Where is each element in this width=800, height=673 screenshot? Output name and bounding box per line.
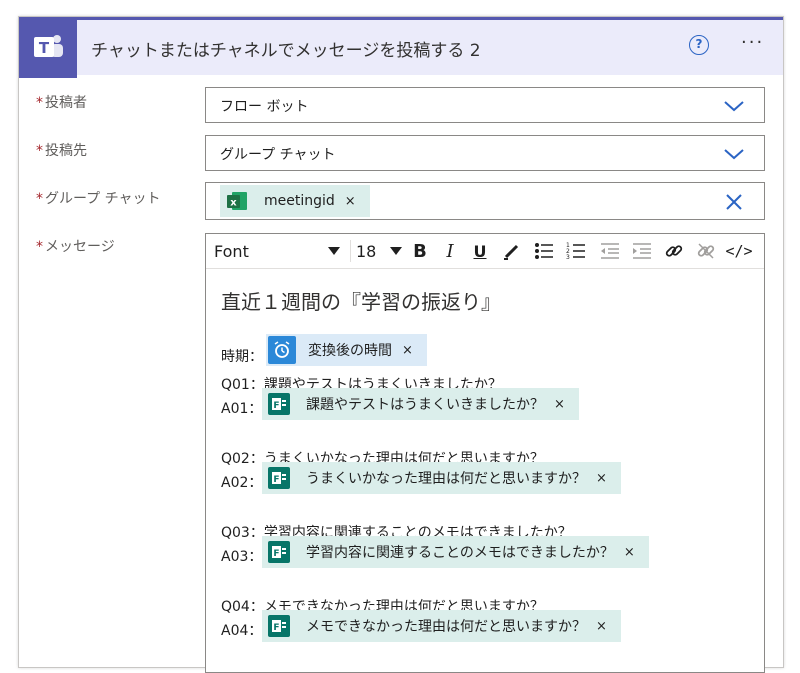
help-icon[interactable]: ? xyxy=(689,35,709,55)
poster-label: * 投稿者 xyxy=(36,92,87,112)
numbered-list-icon[interactable]: 123 xyxy=(564,239,588,263)
period-token[interactable]: 変換後の時間 × xyxy=(266,334,427,366)
post-in-label-text: 投稿先 xyxy=(45,143,87,159)
forms-icon: F xyxy=(264,463,294,493)
font-value: Font xyxy=(214,241,249,261)
message-label: * メッセージ xyxy=(36,236,115,256)
token-label: うまくいかなった理由は何だと思いますか？ xyxy=(306,471,586,487)
unlink-icon[interactable] xyxy=(694,239,718,263)
svg-text:F: F xyxy=(273,549,279,559)
period-label: 時期： xyxy=(221,349,263,365)
required-mark: * xyxy=(36,239,43,255)
font-select[interactable]: Font xyxy=(214,239,340,263)
font-size-select[interactable]: 18 xyxy=(356,239,402,263)
post-in-dropdown[interactable]: グループ チャット xyxy=(205,135,765,171)
remove-token-icon[interactable]: × xyxy=(624,545,635,560)
answer-token-2[interactable]: F うまくいかなった理由は何だと思いますか？ × xyxy=(262,462,621,494)
answer-token-1[interactable]: F 課題やテストはうまくいきましたか？ × xyxy=(262,388,579,420)
token-label: 学習内容に関連することのメモはできましたか？ xyxy=(306,545,614,561)
poster-dropdown[interactable]: フロー ボット xyxy=(205,87,765,123)
answer-label-2: A02： xyxy=(221,475,263,491)
caret-down-icon xyxy=(328,247,340,255)
remove-token-icon[interactable]: × xyxy=(345,194,356,209)
remove-token-icon[interactable]: × xyxy=(596,471,607,486)
clear-icon[interactable] xyxy=(726,194,742,214)
post-in-value: グループ チャット xyxy=(220,147,336,163)
period-line: 時期： xyxy=(221,346,263,366)
token-label: 変換後の時間 xyxy=(308,343,392,359)
message-editor[interactable]: Font 18 B I U 123 </> 直近１週間の『学習の振返り』 時期：… xyxy=(205,233,765,673)
chevron-down-icon[interactable] xyxy=(724,146,744,165)
increase-indent-icon[interactable] xyxy=(630,239,654,263)
excel-icon: x xyxy=(222,186,252,216)
teams-icon: T xyxy=(19,17,77,78)
poster-value: フロー ボット xyxy=(220,99,309,115)
font-size-value: 18 xyxy=(356,241,377,261)
editor-toolbar: Font 18 B I U 123 </> xyxy=(206,234,764,269)
action-title: チャットまたはチャネルでメッセージを投稿する 2 xyxy=(91,41,481,61)
bold-button[interactable]: B xyxy=(408,239,432,263)
action-card: T チャットまたはチャネルでメッセージを投稿する 2 ? ··· * 投稿者 フロ… xyxy=(18,16,784,673)
svg-text:F: F xyxy=(273,401,279,411)
decrease-indent-icon[interactable] xyxy=(598,239,622,263)
meetingid-token[interactable]: x meetingid × xyxy=(220,185,370,217)
svg-text:x: x xyxy=(230,198,237,209)
answer-label-1: A01： xyxy=(221,401,263,417)
token-label: メモできなかった理由は何だと思いますか？ xyxy=(306,619,586,635)
highlight-icon[interactable] xyxy=(500,239,524,263)
remove-token-icon[interactable]: × xyxy=(554,397,565,412)
more-icon[interactable]: ··· xyxy=(741,32,764,53)
message-label-text: メッセージ xyxy=(45,239,115,255)
remove-token-icon[interactable]: × xyxy=(402,343,413,358)
message-heading: 直近１週間の『学習の振返り』 xyxy=(221,290,501,314)
forms-icon: F xyxy=(264,389,294,419)
forms-icon: F xyxy=(264,537,294,567)
token-label: 課題やテストはうまくいきましたか？ xyxy=(306,397,544,413)
svg-text:F: F xyxy=(273,475,279,485)
remove-token-icon[interactable]: × xyxy=(596,619,607,634)
svg-text:3: 3 xyxy=(566,254,570,260)
required-mark: * xyxy=(36,143,43,159)
forms-icon: F xyxy=(264,611,294,641)
poster-label-text: 投稿者 xyxy=(45,95,87,111)
svg-text:T: T xyxy=(39,39,50,57)
alarm-clock-icon xyxy=(268,336,296,364)
svg-text:F: F xyxy=(273,623,279,633)
chevron-down-icon[interactable] xyxy=(724,98,744,117)
group-chat-label-text: グループ チャット xyxy=(45,191,161,207)
group-chat-label: * グループ チャット xyxy=(36,188,160,208)
code-view-button[interactable]: </> xyxy=(724,239,754,263)
link-icon[interactable] xyxy=(662,239,686,263)
required-mark: * xyxy=(36,191,43,207)
answer-label-4: A04： xyxy=(221,623,263,639)
caret-down-icon xyxy=(390,247,402,255)
answer-label-3: A03： xyxy=(221,549,263,565)
toolbar-divider xyxy=(350,240,351,262)
answer-token-4[interactable]: F メモできなかった理由は何だと思いますか？ × xyxy=(262,610,621,642)
underline-button[interactable]: U xyxy=(468,239,492,263)
italic-button[interactable]: I xyxy=(438,239,462,263)
group-chat-field[interactable]: x meetingid × xyxy=(205,182,765,220)
bulleted-list-icon[interactable] xyxy=(532,239,556,263)
action-header[interactable]: T チャットまたはチャネルでメッセージを投稿する 2 ? ··· xyxy=(19,17,783,78)
token-label: meetingid xyxy=(264,193,335,209)
answer-token-3[interactable]: F 学習内容に関連することのメモはできましたか？ × xyxy=(262,536,649,568)
required-mark: * xyxy=(36,95,43,111)
post-in-label: * 投稿先 xyxy=(36,140,87,160)
